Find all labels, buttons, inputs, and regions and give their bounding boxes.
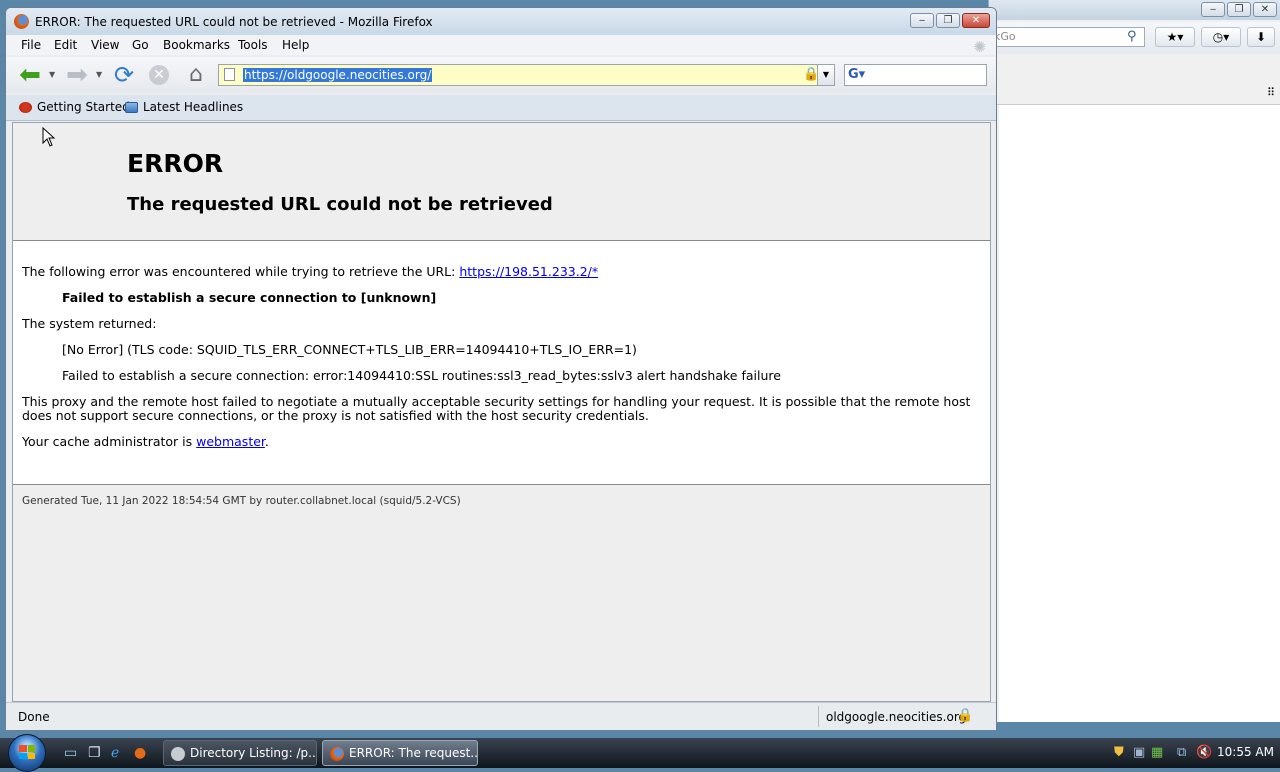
lock-icon[interactable]: 🔒 [957,708,973,723]
taskbar: ▭ ❐ ℯ ● Directory Listing: /p... ERROR: … [0,734,1280,772]
windows-logo-icon [19,745,35,759]
error-intro: The following error was encountered whil… [22,264,598,279]
background-tab-strip: ⠿ [989,84,1280,105]
grid-view-icon[interactable]: ⠿ [1267,86,1275,99]
error-url-link[interactable]: https://198.51.233.2/* [459,264,598,279]
firefox-bookmark-icon [19,101,32,113]
divider [13,484,990,485]
home-icon[interactable]: ⌂ [182,61,210,89]
reload-icon[interactable]: ⟳ [110,61,138,89]
task-label: ERROR: The request... [349,746,478,760]
menu-go[interactable]: Go [132,38,149,52]
bookmark-label: Getting Started [37,100,130,114]
page-content: ERROR The requested URL could not be ret… [12,122,991,702]
tls-code: [No Error] (TLS code: SQUID_TLS_ERR_CONN… [62,342,637,357]
minimize-button[interactable]: ‒ [910,13,934,28]
firefox-window: ERROR: The requested URL could not be re… [5,7,997,731]
url-text[interactable]: https://oldgoogle.neocities.org/ [243,68,433,82]
clock[interactable]: 10:55 AM [1217,745,1274,759]
task-directory-listing[interactable]: Directory Listing: /p... [163,740,317,766]
bookmark-latest-headlines[interactable]: Latest Headlines [125,100,243,114]
search-icon[interactable]: ⚲ [1127,29,1137,44]
volume-muted-icon[interactable]: 🔇 [1196,745,1212,760]
error-failure: Failed to establish a secure connection … [62,290,437,305]
menu-edit[interactable]: Edit [54,38,77,52]
error-intro-text: The following error was encountered whil… [22,264,460,279]
background-maximize-button[interactable]: ❐ [1227,2,1251,17]
forward-arrow-icon[interactable]: ➡ [63,61,91,89]
admin-line: Your cache administrator is webmaster. [22,434,269,449]
background-close-button[interactable]: ✕ [1253,2,1277,17]
forward-history-dropdown-icon[interactable]: ▼ [96,70,102,79]
menu-bookmarks[interactable]: Bookmarks [163,38,230,52]
network-connection-icon[interactable]: ⧉ [1177,745,1186,760]
download-arrow-icon[interactable]: ⬇ [1247,27,1275,47]
start-button[interactable] [8,734,46,772]
background-window: ‒ ❐ ✕ kGo ⚲ ★▾ ◷▾ ⬇ ⠿ [988,0,1280,722]
url-history-dropdown-icon[interactable]: ▼ [817,65,834,85]
firefox-logo-icon [14,14,29,29]
close-button[interactable]: ✕ [962,13,990,28]
background-content [999,105,1280,722]
throbber-icon: ✺ [973,38,986,56]
ssl-detail: Failed to establish a secure connection:… [62,368,781,383]
menu-file[interactable]: File [21,38,41,52]
back-history-dropdown-icon[interactable]: ▼ [49,70,55,79]
webmaster-link[interactable]: webmaster [196,434,265,449]
window-controls: ‒ ❐ ✕ [910,13,990,28]
show-desktop-icon[interactable]: ▭ [64,745,77,761]
explanation-line-1: This proxy and the remote host failed to… [22,394,971,409]
firefox-quicklaunch-icon[interactable]: ● [134,745,146,761]
background-window-controls: ‒ ❐ ✕ [1201,2,1277,17]
mouse-cursor-icon [42,127,56,147]
bookmarks-toolbar: Getting Started Latest Headlines [6,95,996,121]
search-bar[interactable]: G▾ [844,64,987,86]
directory-listing-icon [171,747,185,761]
window-titlebar[interactable]: ERROR: The requested URL could not be re… [6,8,996,35]
system-returned-label: The system returned: [22,316,157,331]
page-icon [224,68,235,81]
menu-tools[interactable]: Tools [238,38,268,52]
menu-help[interactable]: Help [282,38,309,52]
windows-update-icon[interactable]: ▦ [1151,745,1163,760]
back-arrow-icon[interactable]: ⬅ [16,61,44,89]
history-clock-icon[interactable]: ◷▾ [1201,27,1241,47]
internet-explorer-icon[interactable]: ℯ [111,745,119,761]
maximize-button[interactable]: ❐ [936,13,960,28]
bookmark-getting-started[interactable]: Getting Started [19,100,130,114]
menu-view[interactable]: View [91,38,119,52]
url-bar[interactable]: https://oldgoogle.neocities.org/ 🔒 ▼ [218,64,835,86]
task-error-page[interactable]: ERROR: The request... [322,740,478,766]
rss-folder-icon [125,101,138,113]
network-icon[interactable]: ▣ [1133,745,1145,760]
background-toolbar: kGo ⚲ ★▾ ◷▾ ⬇ [989,22,1280,54]
error-body: The following error was encountered whil… [13,241,990,484]
error-subtitle: The requested URL could not be retrieved [127,194,553,215]
search-engine-icon[interactable]: G▾ [848,67,865,82]
admin-prefix: Your cache administrator is [22,434,197,449]
background-minimize-button[interactable]: ‒ [1201,2,1225,17]
window-title: ERROR: The requested URL could not be re… [35,15,433,29]
stop-icon[interactable]: ✕ [145,61,173,89]
explanation-line-2: does not support secure connections, or … [22,408,649,423]
status-bar: Done oldgoogle.neocities.org 🔒 [6,702,996,730]
background-search-input[interactable]: kGo [989,27,1145,47]
bookmark-label: Latest Headlines [143,100,244,114]
status-separator [818,706,819,727]
menu-bar: File Edit View Go Bookmarks Tools Help ✺ [6,35,996,56]
security-shield-icon[interactable]: ⛊ [1114,745,1124,760]
error-title: ERROR [127,149,224,178]
admin-suffix: . [264,434,269,449]
generated-footer: Generated Tue, 11 Jan 2022 18:54:54 GMT … [22,495,461,507]
navigation-toolbar: ⬅ ▼ ➡ ▼ ⟳ ✕ ⌂ https://oldgoogle.neocitie… [6,57,996,93]
status-text: Done [18,710,50,724]
favorites-star-icon[interactable]: ★▾ [1155,27,1195,47]
task-label: Directory Listing: /p... [190,746,317,760]
status-host: oldgoogle.neocities.org [826,710,967,724]
firefox-icon [330,747,344,761]
switch-windows-icon[interactable]: ❐ [88,745,101,761]
